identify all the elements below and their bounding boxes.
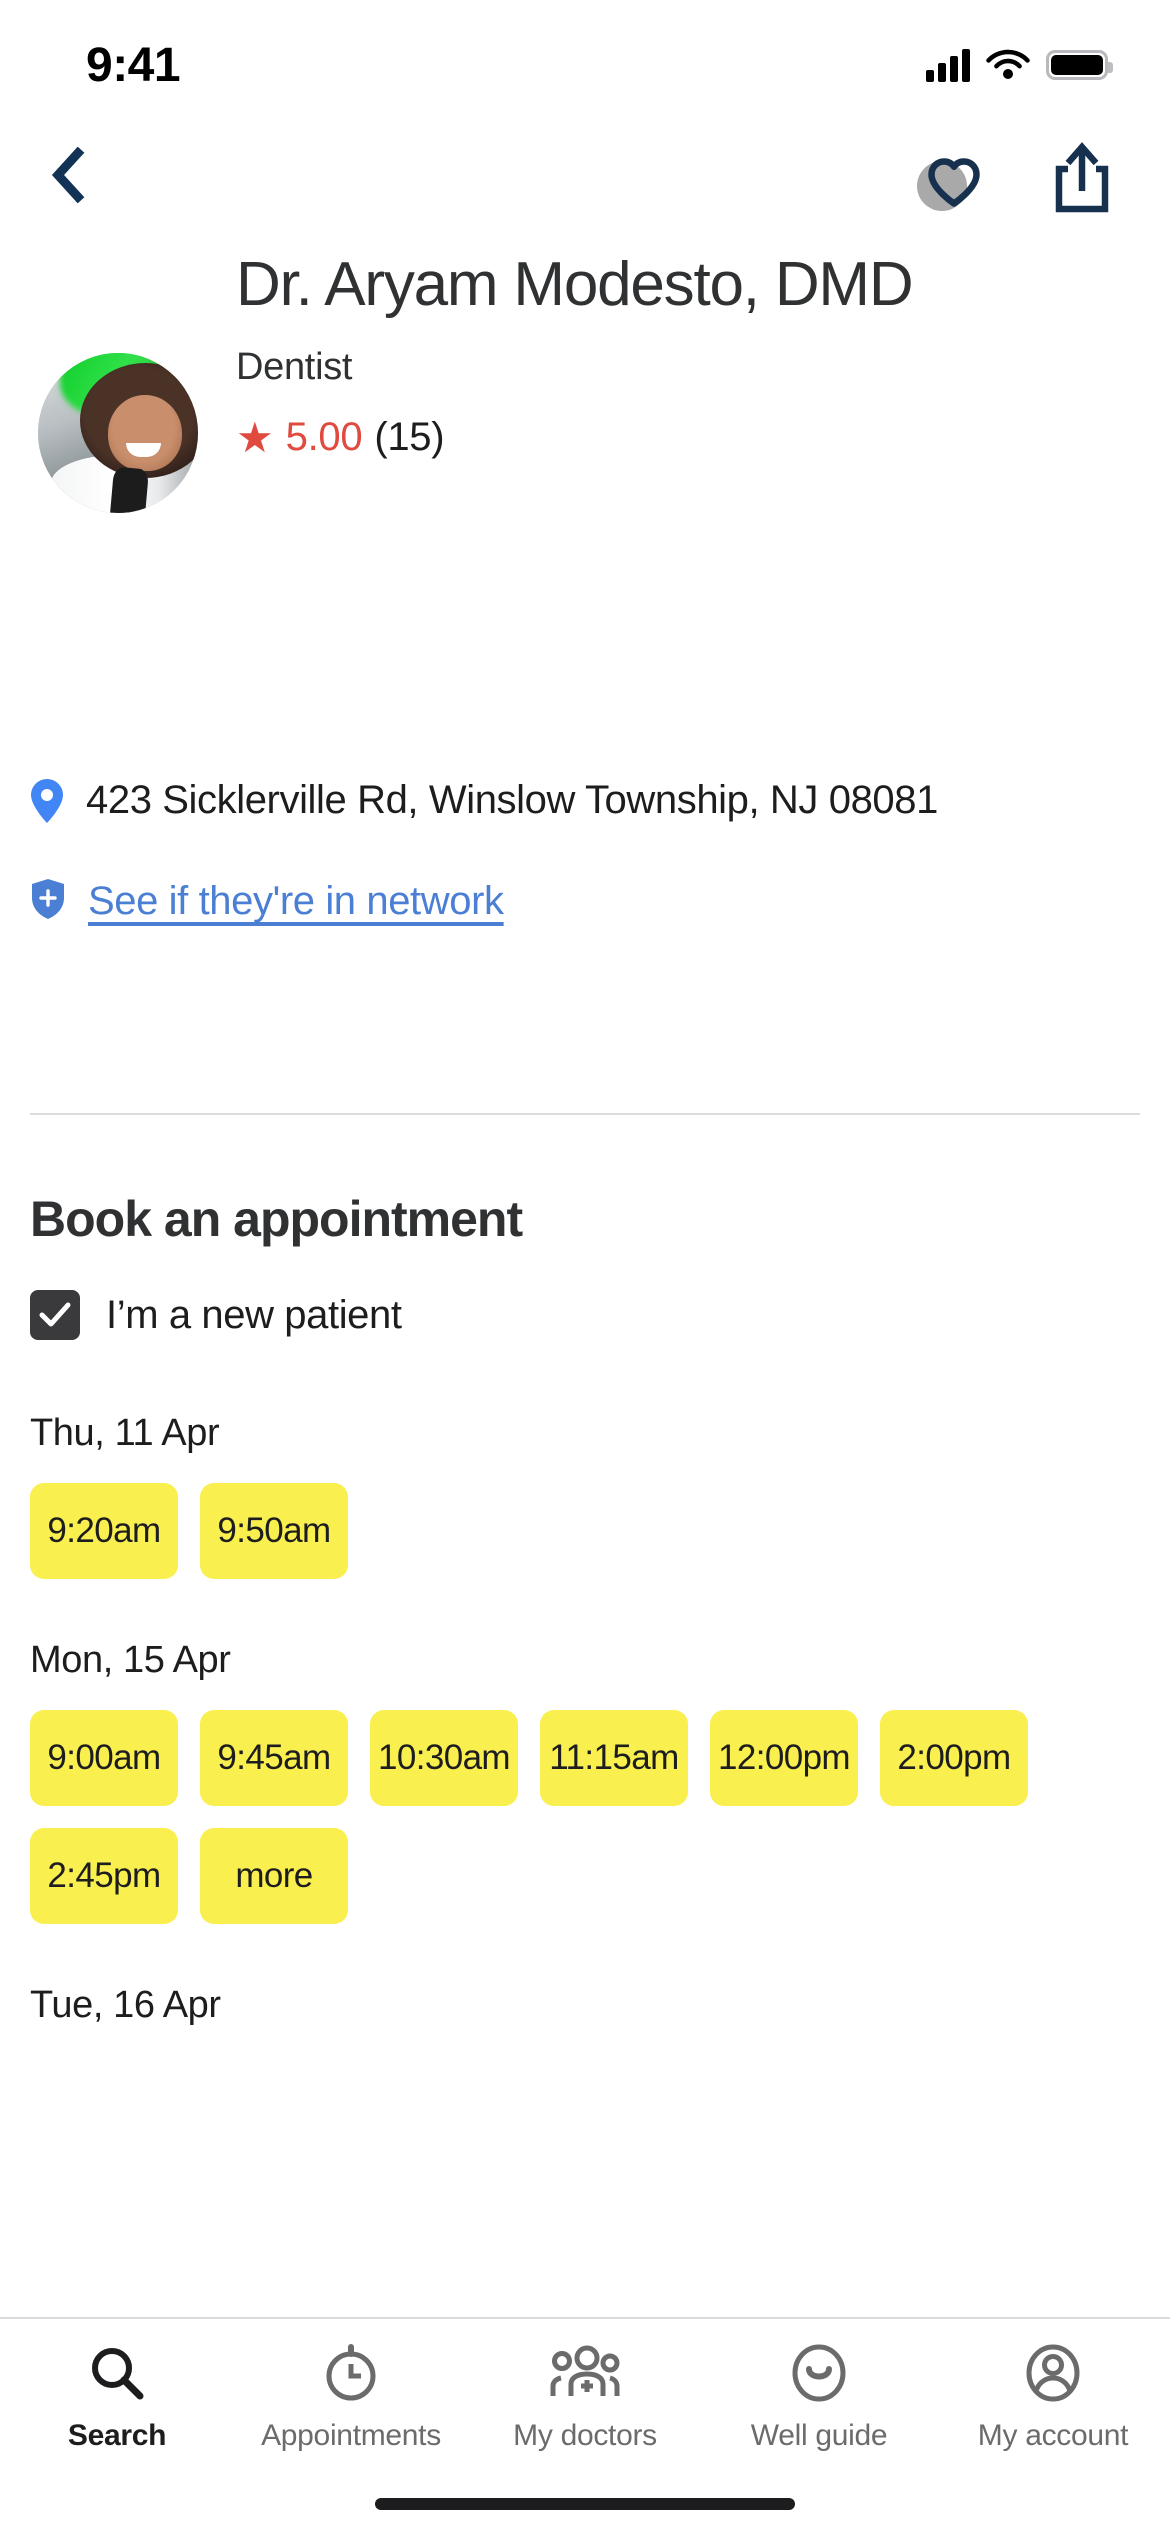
time-slot[interactable]: 9:45am (200, 1710, 348, 1806)
check-icon (39, 1302, 71, 1327)
time-slot[interactable]: 2:00pm (880, 1710, 1028, 1806)
doctor-specialty: Dentist (236, 346, 353, 389)
navigation-bar (0, 130, 1170, 225)
doctor-name: Dr. Aryam Modesto, DMD (236, 250, 914, 319)
tab-label: My account (977, 2419, 1129, 2452)
new-patient-row[interactable]: I’m a new patient (30, 1290, 1140, 1340)
tab-appointments[interactable]: Appointments (234, 2341, 468, 2453)
location-block: 423 Sicklerville Rd, Winslow Township, N… (0, 770, 1170, 926)
tab-label: My doctors (513, 2419, 657, 2452)
account-circle-icon (1024, 2341, 1082, 2405)
app-screen: 9:41 Dr. Aryam Modesto, DMD Dentist ★ 5.… (0, 0, 1170, 2532)
tab-label: Well guide (750, 2419, 888, 2452)
favorite-button[interactable] (908, 136, 992, 220)
status-bar: 9:41 (0, 0, 1170, 130)
stopwatch-icon (322, 2341, 380, 2405)
day-group: Thu, 11 Apr 9:20am 9:50am (30, 1412, 1140, 1579)
star-icon: ★ (236, 413, 274, 461)
doctor-avatar (38, 353, 198, 513)
new-patient-checkbox[interactable] (30, 1290, 80, 1340)
share-icon (1055, 141, 1109, 212)
map-pin-icon (30, 778, 64, 829)
tab-my-doctors[interactable]: My doctors (468, 2341, 702, 2453)
address-row[interactable]: 423 Sicklerville Rd, Winslow Township, N… (30, 770, 1140, 829)
tab-my-account[interactable]: My account (936, 2341, 1170, 2453)
doctor-info: Dr. Aryam Modesto, DMD Dentist ★ 5.00 (1… (198, 245, 1140, 460)
home-indicator (375, 2498, 795, 2510)
battery-icon (1046, 50, 1113, 80)
wifi-icon (986, 46, 1030, 85)
time-slot[interactable]: 9:20am (30, 1483, 178, 1579)
time-slot[interactable]: 12:00pm (710, 1710, 858, 1806)
nav-actions (908, 136, 1124, 220)
tab-well-guide[interactable]: Well guide (702, 2341, 936, 2453)
shield-plus-icon (30, 877, 66, 926)
more-slots-button[interactable]: more (200, 1828, 348, 1924)
address-text: 423 Sicklerville Rd, Winslow Township, N… (86, 778, 938, 822)
rating-count: (15) (374, 415, 445, 460)
day-group: Tue, 16 Apr (30, 1984, 1140, 2027)
tab-label: Search (67, 2419, 167, 2452)
rating-row[interactable]: ★ 5.00 (15) (236, 415, 1140, 460)
in-network-link[interactable]: See if they're in network (88, 879, 504, 924)
day-group: Mon, 15 Apr 9:00am 9:45am 10:30am 11:15a… (30, 1639, 1140, 1924)
time-slot[interactable]: 2:45pm (30, 1828, 178, 1924)
day-label: Mon, 15 Apr (30, 1639, 231, 1681)
time-slot[interactable]: 9:50am (200, 1483, 348, 1579)
cellular-signal-icon (926, 48, 970, 82)
new-patient-label: I’m a new patient (106, 1292, 402, 1337)
time-slot[interactable]: 9:00am (30, 1710, 178, 1806)
chevron-left-icon (48, 146, 88, 208)
booking-title: Book an appointment (30, 1191, 523, 1247)
day-label: Tue, 16 Apr (30, 1984, 221, 2026)
day-label: Thu, 11 Apr (30, 1412, 220, 1454)
status-icons (926, 46, 1113, 85)
doctor-header: Dr. Aryam Modesto, DMD Dentist ★ 5.00 (1… (0, 245, 1170, 513)
status-time: 9:41 (86, 38, 181, 92)
slot-list: 9:20am 9:50am (30, 1483, 1040, 1579)
section-divider (30, 1113, 1140, 1115)
smiley-icon (790, 2341, 848, 2405)
slot-list: 9:00am 9:45am 10:30am 11:15am 12:00pm 2:… (30, 1710, 1040, 1924)
booking-section: Book an appointment I’m a new patient Th… (0, 1190, 1170, 2027)
heart-icon (917, 157, 980, 211)
tab-search[interactable]: Search (0, 2341, 234, 2453)
rating-value: 5.00 (285, 415, 363, 460)
time-slot[interactable]: 10:30am (370, 1710, 518, 1806)
search-icon (88, 2341, 146, 2405)
people-plus-icon (549, 2341, 621, 2405)
share-button[interactable] (1040, 136, 1124, 220)
back-button[interactable] (28, 138, 108, 218)
tab-label: Appointments (261, 2419, 441, 2452)
time-slot[interactable]: 11:15am (540, 1710, 688, 1806)
network-row[interactable]: See if they're in network (30, 877, 1140, 926)
